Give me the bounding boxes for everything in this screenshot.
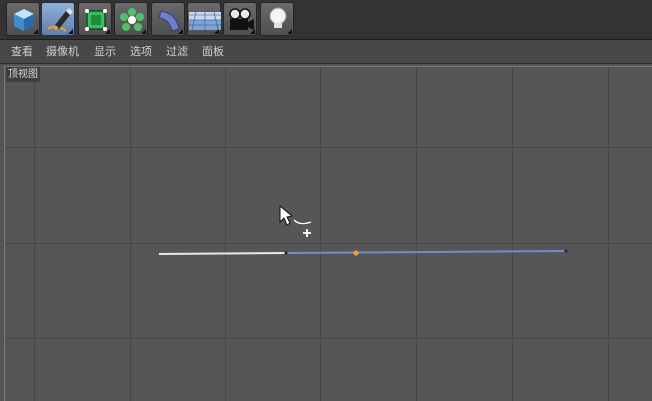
viewport-title: 顶视图: [6, 67, 40, 82]
spline-point[interactable]: [284, 251, 288, 255]
pen-cursor-icon: [279, 204, 312, 237]
viewport-scene: [5, 67, 652, 401]
spline-segment-blue[interactable]: [285, 250, 567, 254]
spline-point-end[interactable]: [564, 249, 568, 253]
viewport-grid: [5, 67, 652, 401]
spline-point-selected[interactable]: [353, 250, 359, 256]
spline-segment-white[interactable]: [158, 252, 287, 255]
